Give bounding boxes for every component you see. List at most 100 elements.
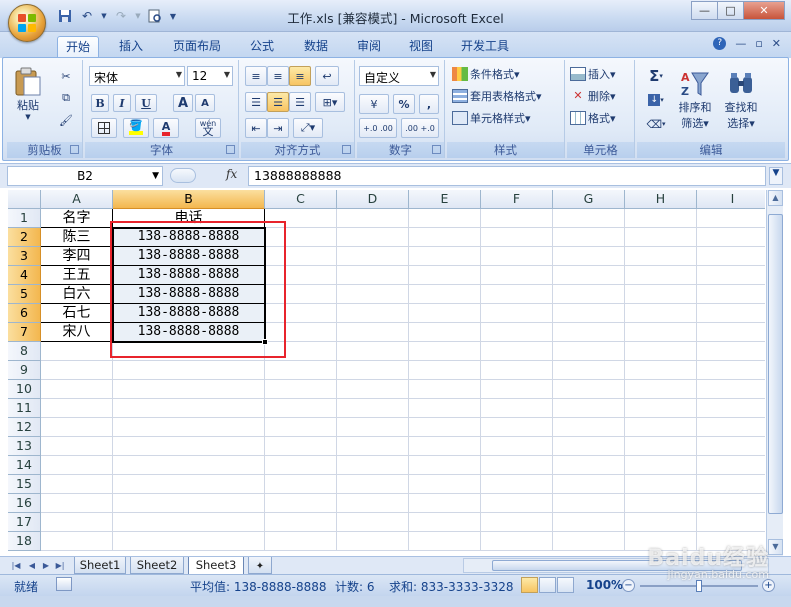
cell-b7[interactable]: 138-8888-8888 [113, 323, 265, 342]
column-header-c[interactable]: C [265, 190, 337, 209]
fill-handle[interactable] [262, 339, 268, 345]
cell-a5[interactable]: 白六 [41, 285, 113, 304]
column-header-b[interactable]: B [113, 190, 265, 209]
cell-g16[interactable] [553, 494, 625, 513]
cell-a9[interactable] [41, 361, 113, 380]
cell-h1[interactable] [625, 209, 697, 228]
format-painter-button[interactable]: 🖌 [55, 110, 77, 130]
cell-f14[interactable] [481, 456, 553, 475]
row-header-15[interactable]: 15 [8, 475, 41, 494]
cell-g3[interactable] [553, 247, 625, 266]
cell-h6[interactable] [625, 304, 697, 323]
scroll-down-button[interactable]: ▼ [768, 539, 783, 555]
row-header-8[interactable]: 8 [8, 342, 41, 361]
tab-page-layout[interactable]: 页面布局 [166, 36, 228, 58]
cell-i17[interactable] [697, 513, 765, 532]
horizontal-scroll-thumb[interactable] [492, 560, 742, 571]
cell-a7[interactable]: 宋八 [41, 323, 113, 342]
font-name-combo[interactable]: 宋体 ▼ [89, 66, 185, 86]
cell-c10[interactable] [265, 380, 337, 399]
cell-g11[interactable] [553, 399, 625, 418]
page-layout-view-button[interactable] [539, 577, 556, 593]
row-header-16[interactable]: 16 [8, 494, 41, 513]
cell-i16[interactable] [697, 494, 765, 513]
cell-h14[interactable] [625, 456, 697, 475]
number-launcher-icon[interactable] [432, 145, 441, 154]
cell-a4[interactable]: 王五 [41, 266, 113, 285]
cell-d7[interactable] [337, 323, 409, 342]
cell-h4[interactable] [625, 266, 697, 285]
cell-c17[interactable] [265, 513, 337, 532]
cell-d2[interactable] [337, 228, 409, 247]
cell-c18[interactable] [265, 532, 337, 551]
cell-h3[interactable] [625, 247, 697, 266]
cell-f13[interactable] [481, 437, 553, 456]
cell-h16[interactable] [625, 494, 697, 513]
find-select-button[interactable]: 查找和 选择▾ [719, 64, 763, 136]
cell-g15[interactable] [553, 475, 625, 494]
cell-e13[interactable] [409, 437, 481, 456]
cell-h18[interactable] [625, 532, 697, 551]
cell-i7[interactable] [697, 323, 765, 342]
cell-e12[interactable] [409, 418, 481, 437]
cell-f11[interactable] [481, 399, 553, 418]
alignment-launcher-icon[interactable] [342, 145, 351, 154]
cell-h7[interactable] [625, 323, 697, 342]
insert-cells-button[interactable]: 插入 ▾ [569, 64, 633, 84]
cell-a11[interactable] [41, 399, 113, 418]
cell-h12[interactable] [625, 418, 697, 437]
cell-h13[interactable] [625, 437, 697, 456]
cell-a2[interactable]: 陈三 [41, 228, 113, 247]
doc-restore-icon[interactable]: ▫ [755, 37, 762, 50]
cell-b13[interactable] [113, 437, 265, 456]
sheet-tab-sheet3[interactable]: Sheet3 [188, 557, 244, 575]
page-break-view-button[interactable] [557, 577, 574, 593]
font-color-button[interactable]: A [153, 118, 179, 138]
underline-button[interactable]: U [135, 94, 157, 112]
cell-a18[interactable] [41, 532, 113, 551]
cell-a13[interactable] [41, 437, 113, 456]
zoom-out-icon[interactable]: − [622, 579, 635, 592]
scroll-up-button[interactable]: ▲ [768, 190, 783, 206]
cell-f15[interactable] [481, 475, 553, 494]
tab-review[interactable]: 审阅 [349, 36, 389, 58]
cell-a3[interactable]: 李四 [41, 247, 113, 266]
phonetic-button[interactable]: wén 文 [195, 118, 221, 138]
clipboard-launcher-icon[interactable] [70, 145, 79, 154]
row-header-18[interactable]: 18 [8, 532, 41, 551]
currency-button[interactable]: ¥ [359, 94, 389, 114]
cell-d17[interactable] [337, 513, 409, 532]
cell-h5[interactable] [625, 285, 697, 304]
row-header-11[interactable]: 11 [8, 399, 41, 418]
tab-data[interactable]: 数据 [296, 36, 336, 58]
cell-e14[interactable] [409, 456, 481, 475]
next-sheet-icon[interactable]: ▶ [40, 559, 52, 572]
zoom-level[interactable]: 100% [586, 578, 623, 592]
worksheet-grid[interactable]: ABCDEFGHI 1 2 3 4 5 6 7 8 9 10 11 12 13 14 15 16 17 18 名字… [8, 190, 765, 555]
align-middle-button[interactable]: ≡ [267, 66, 289, 86]
cell-i10[interactable] [697, 380, 765, 399]
number-format-combo[interactable]: 自定义 ▼ [359, 66, 439, 86]
cell-c14[interactable] [265, 456, 337, 475]
cell-d9[interactable] [337, 361, 409, 380]
cell-i3[interactable] [697, 247, 765, 266]
doc-close-icon[interactable]: ✕ [772, 37, 781, 50]
cell-a15[interactable] [41, 475, 113, 494]
office-button[interactable] [8, 4, 46, 42]
cell-g8[interactable] [553, 342, 625, 361]
cell-c7[interactable] [265, 323, 337, 342]
macro-record-icon[interactable] [56, 577, 72, 591]
cell-i13[interactable] [697, 437, 765, 456]
cell-c9[interactable] [265, 361, 337, 380]
clear-button[interactable]: ⌫ ▾ [643, 114, 669, 134]
cell-b12[interactable] [113, 418, 265, 437]
tab-formulas[interactable]: 公式 [242, 36, 282, 58]
cell-e1[interactable] [409, 209, 481, 228]
cell-d13[interactable] [337, 437, 409, 456]
vertical-scroll-thumb[interactable] [768, 214, 783, 514]
maximize-button[interactable]: □ [717, 1, 744, 20]
cell-g9[interactable] [553, 361, 625, 380]
bold-button[interactable]: B [91, 94, 109, 112]
cell-f12[interactable] [481, 418, 553, 437]
cell-g1[interactable] [553, 209, 625, 228]
